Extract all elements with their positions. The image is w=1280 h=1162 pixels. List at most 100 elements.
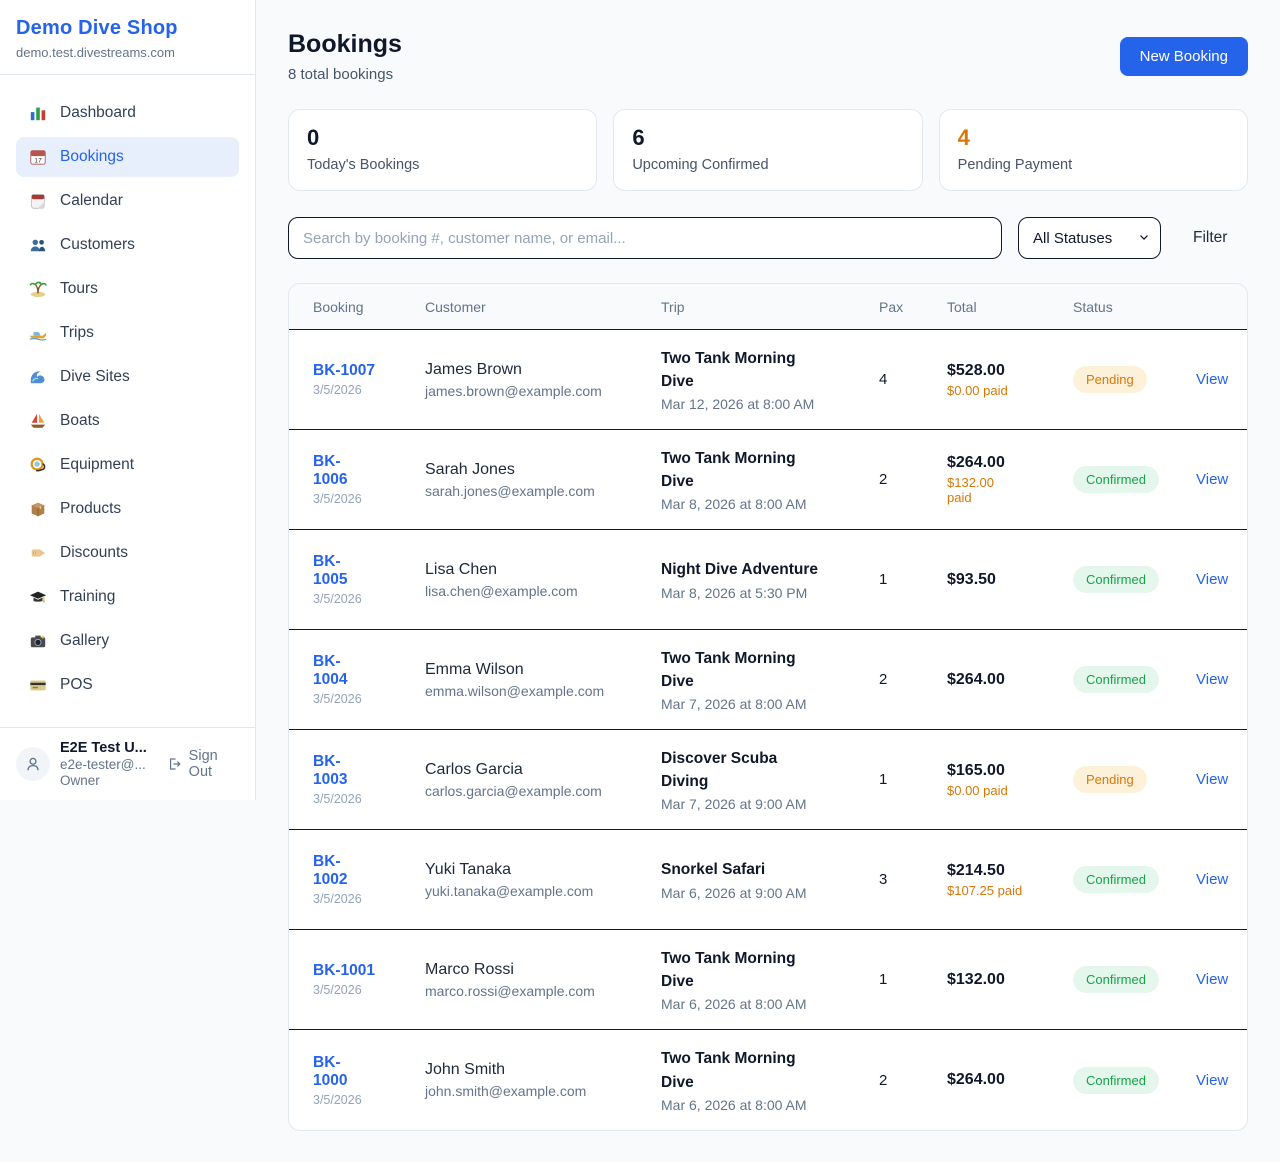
view-link[interactable]: View <box>1180 771 1228 788</box>
sidebar-item-boats[interactable]: Boats <box>16 401 239 441</box>
booking-id-link[interactable]: BK-1005 <box>313 553 359 589</box>
sidebar-item-pos[interactable]: POS <box>16 665 239 705</box>
sidebar-item-label: Tours <box>60 280 98 298</box>
trip-name: Discover Scuba Diving <box>661 747 825 794</box>
sidebar-item-trips[interactable]: Trips <box>16 313 239 353</box>
booking-date: 3/5/2026 <box>313 892 425 906</box>
customer-email: john.smith@example.com <box>425 1083 661 1099</box>
sign-out-label: Sign Out <box>189 748 239 780</box>
shop-domain: demo.test.divestreams.com <box>16 45 239 60</box>
total-amount: $264.00 <box>947 454 1073 472</box>
sidebar-item-tours[interactable]: Tours <box>16 269 239 309</box>
sidebar-item-label: Products <box>60 500 121 518</box>
total-amount: $528.00 <box>947 362 1073 380</box>
customer-email: james.brown@example.com <box>425 383 661 399</box>
sidebar-item-training[interactable]: Training <box>16 577 239 617</box>
tag-icon <box>28 544 47 563</box>
trip-name: Two Tank Morning Dive <box>661 347 825 394</box>
search-input[interactable] <box>288 217 1002 259</box>
sidebar-item-customers[interactable]: Customers <box>16 225 239 265</box>
table-row: BK-1000 3/5/2026 John Smith john.smith@e… <box>289 1030 1247 1130</box>
sidebar-item-label: Gallery <box>60 632 109 650</box>
status-badge: Pending <box>1073 366 1147 393</box>
column-header-booking: Booking <box>313 299 425 315</box>
booking-date: 3/5/2026 <box>313 383 425 397</box>
page-title-block: Bookings 8 total bookings <box>288 30 402 83</box>
sidebar-item-label: Dashboard <box>60 104 136 122</box>
trip-name: Night Dive Adventure <box>661 558 825 581</box>
customer-name: John Smith <box>425 1061 661 1079</box>
booking-id-link[interactable]: BK-1007 <box>313 362 375 380</box>
column-header-total: Total <box>947 299 1073 315</box>
table-row: BK-1001 3/5/2026 Marco Rossi marco.rossi… <box>289 930 1247 1030</box>
user-meta: E2E Test U... e2e-tester@... Owner <box>60 740 157 788</box>
stat-value: 4 <box>958 125 1229 151</box>
customer-email: emma.wilson@example.com <box>425 683 661 699</box>
status-select[interactable]: All Statuses <box>1018 217 1161 259</box>
trip-name: Two Tank Morning Dive <box>661 647 825 694</box>
sidebar-item-calendar[interactable]: Calendar <box>16 181 239 221</box>
island-icon <box>28 280 47 299</box>
trip-datetime: Mar 7, 2026 at 8:00 AM <box>661 696 879 712</box>
booking-id-link[interactable]: BK-1006 <box>313 453 359 489</box>
customer-email: sarah.jones@example.com <box>425 483 661 499</box>
customer-name: Emma Wilson <box>425 661 661 679</box>
booking-id-link[interactable]: BK-1001 <box>313 962 375 980</box>
graduation-cap-icon <box>28 588 47 607</box>
trip-datetime: Mar 12, 2026 at 8:00 AM <box>661 396 879 412</box>
sidebar-item-label: Boats <box>60 412 100 430</box>
sidebar-item-equipment[interactable]: Equipment <box>16 445 239 485</box>
paid-amount: $107.25 paid <box>947 883 1073 898</box>
user-email: e2e-tester@... <box>60 757 157 772</box>
sidebar-item-bookings[interactable]: 17 Bookings <box>16 137 239 177</box>
view-link[interactable]: View <box>1180 1072 1228 1089</box>
view-link[interactable]: View <box>1180 871 1228 888</box>
sign-out-button[interactable]: Sign Out <box>167 748 239 780</box>
total-bookings-count: 8 total bookings <box>288 66 402 83</box>
sidebar-item-label: Customers <box>60 236 135 254</box>
view-link[interactable]: View <box>1180 371 1228 388</box>
pax-count: 1 <box>879 771 947 788</box>
bar-chart-icon <box>28 104 47 123</box>
booking-id-link[interactable]: BK-1000 <box>313 1054 359 1090</box>
sidebar: Demo Dive Shop demo.test.divestreams.com… <box>0 0 256 800</box>
total-amount: $165.00 <box>947 762 1073 780</box>
trip-datetime: Mar 8, 2026 at 5:30 PM <box>661 585 879 601</box>
view-link[interactable]: View <box>1180 971 1228 988</box>
booking-date: 3/5/2026 <box>313 492 425 506</box>
credit-card-icon <box>28 676 47 695</box>
avatar <box>16 747 50 781</box>
view-link[interactable]: View <box>1180 471 1228 488</box>
customer-email: lisa.chen@example.com <box>425 583 661 599</box>
table-row: BK-1006 3/5/2026 Sarah Jones sarah.jones… <box>289 430 1247 530</box>
people-icon <box>28 236 47 255</box>
trip-datetime: Mar 7, 2026 at 9:00 AM <box>661 796 879 812</box>
booking-id-link[interactable]: BK-1002 <box>313 853 359 889</box>
shop-name: Demo Dive Shop <box>16 17 239 40</box>
customer-email: marco.rossi@example.com <box>425 983 661 999</box>
sidebar-item-gallery[interactable]: Gallery <box>16 621 239 661</box>
stat-value: 0 <box>307 125 578 151</box>
booking-date: 3/5/2026 <box>313 592 425 606</box>
trip-datetime: Mar 8, 2026 at 8:00 AM <box>661 496 879 512</box>
customer-name: Marco Rossi <box>425 961 661 979</box>
pax-count: 1 <box>879 971 947 988</box>
trip-datetime: Mar 6, 2026 at 8:00 AM <box>661 1097 879 1113</box>
column-header-customer: Customer <box>425 299 661 315</box>
sidebar-item-products[interactable]: Products <box>16 489 239 529</box>
sidebar-item-dashboard[interactable]: Dashboard <box>16 93 239 133</box>
customer-name: James Brown <box>425 361 661 379</box>
customer-name: Carlos Garcia <box>425 761 661 779</box>
sidebar-item-dive-sites[interactable]: Dive Sites <box>16 357 239 397</box>
sidebar-item-label: Trips <box>60 324 94 342</box>
view-link[interactable]: View <box>1180 571 1228 588</box>
sidebar-item-label: Training <box>60 588 115 606</box>
paid-amount: $0.00 paid <box>947 783 1073 798</box>
view-link[interactable]: View <box>1180 671 1228 688</box>
sidebar-item-discounts[interactable]: Discounts <box>16 533 239 573</box>
booking-id-link[interactable]: BK-1003 <box>313 753 359 789</box>
new-booking-button[interactable]: New Booking <box>1120 37 1248 76</box>
booking-id-link[interactable]: BK-1004 <box>313 653 359 689</box>
customer-name: Sarah Jones <box>425 461 661 479</box>
filter-button[interactable]: Filter <box>1193 229 1227 247</box>
